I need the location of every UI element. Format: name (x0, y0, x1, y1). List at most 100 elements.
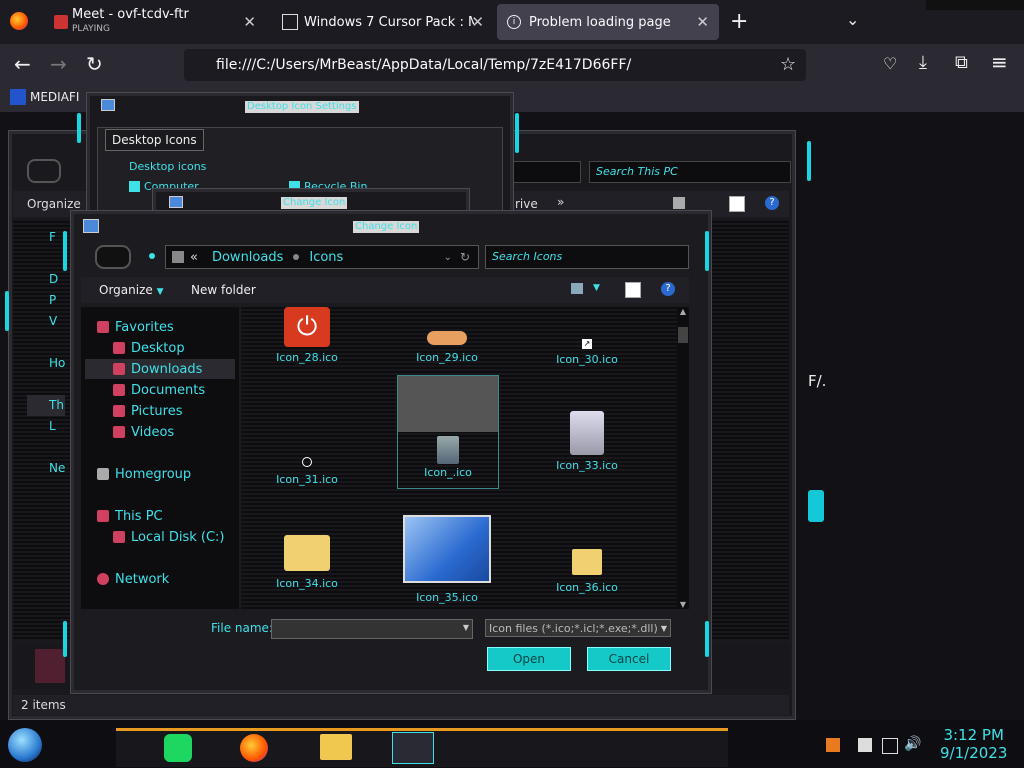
start-orb-icon[interactable] (8, 728, 42, 762)
bg-help-icon[interactable]: ? (765, 196, 779, 210)
nav-desktop[interactable]: Desktop (113, 338, 185, 358)
bg-address-bar[interactable] (509, 161, 581, 183)
list-tabs-chevron-icon[interactable]: ⌄ (846, 10, 859, 29)
close-tab-icon[interactable]: ✕ (696, 13, 709, 31)
tab-desktop-icons[interactable]: Desktop Icons (105, 129, 204, 151)
bg-chevron-button[interactable]: » (557, 195, 564, 209)
file-name-input[interactable]: ▼ (271, 619, 473, 639)
tab-cursor-pack[interactable]: Windows 7 Cursor Pack : Micro ✕ (272, 4, 494, 40)
bg-nav-item[interactable]: V (27, 311, 65, 332)
bg-search-box[interactable]: Search This PC (589, 161, 791, 183)
flag-tray-icon[interactable] (858, 738, 872, 752)
breadcrumb-prefix[interactable]: « (190, 250, 198, 265)
bg-nav-item[interactable]: D (27, 269, 65, 290)
bg-status-bar: 2 items (13, 695, 789, 715)
nav-globe-icon[interactable] (27, 159, 61, 183)
file-item[interactable]: Icon_31.ico (247, 417, 367, 486)
cancel-button[interactable]: Cancel (587, 647, 671, 671)
scroll-down-icon[interactable]: ▼ (677, 600, 689, 609)
dialog-back-button[interactable] (95, 245, 131, 269)
url-text[interactable]: file:///C:/Users/MrBeast/AppData/Local/T… (216, 57, 631, 73)
file-item[interactable]: Icon_34.ico (247, 535, 367, 590)
checkbox-checked-icon[interactable] (129, 181, 140, 192)
file-grid-scrollbar[interactable]: ▲ ▼ (677, 307, 689, 609)
volume-tray-icon[interactable]: 🔊 (904, 736, 921, 752)
desktop-settings-taskbar-icon[interactable] (392, 732, 434, 764)
dialog-organize-button[interactable]: Organize ▼ (99, 283, 164, 297)
mediafire-bookmark[interactable]: MEDIAFI (10, 89, 79, 105)
nav-local-disk[interactable]: Local Disk (C:) (113, 527, 224, 547)
dialog-search-box[interactable]: Search Icons (485, 245, 689, 269)
tab-meet[interactable]: Meet - ovf-tcdv-ftr PLAYING ✕ (44, 4, 266, 40)
extensions-icon[interactable]: ⧉ (955, 52, 968, 73)
bg-nav-item[interactable]: Ho (27, 353, 65, 374)
taskbar: 🔊 3:12 PM 9/1/2023 (0, 720, 1024, 768)
nav-homegroup[interactable]: Homegroup (97, 464, 191, 484)
spotify-icon[interactable] (164, 734, 192, 762)
file-item[interactable]: Icon_33.ico (527, 411, 647, 472)
file-item[interactable]: ↗ Icon_30.ico (527, 307, 647, 366)
bg-nav-item[interactable]: F (27, 227, 65, 248)
pocket-icon[interactable]: ♡ (883, 54, 897, 73)
refresh-icon[interactable]: ↻ (460, 250, 470, 264)
page-button-fragment[interactable] (808, 490, 824, 522)
file-type-select[interactable]: Icon files (*.ico;*.icl;*.exe;*.dll) ▼ (485, 619, 671, 637)
scrollbar-thumb[interactable] (678, 327, 688, 343)
bookmark-star-icon[interactable]: ☆ (780, 54, 796, 75)
nav-network[interactable]: Network (97, 569, 169, 589)
file-item[interactable]: Icon_29.ico (387, 307, 507, 364)
url-bar[interactable]: file:///C:/Users/MrBeast/AppData/Local/T… (184, 49, 806, 81)
dialog-nav-dot-icon[interactable] (149, 253, 155, 259)
nav-downloads[interactable]: Downloads (85, 359, 235, 379)
nav-pictures[interactable]: Pictures (113, 401, 182, 421)
bg-drive-fragment[interactable]: rive (515, 197, 538, 211)
clock[interactable]: 3:12 PM 9/1/2023 (940, 726, 1007, 762)
java-tray-icon[interactable] (826, 738, 840, 752)
tab-problem-loading[interactable]: i Problem loading page ✕ (497, 4, 719, 40)
bg-organize-button[interactable]: Organize (27, 197, 81, 211)
reload-icon[interactable]: ↻ (86, 52, 103, 76)
bg-nav-item[interactable]: P (27, 290, 65, 311)
firefox-taskbar-icon[interactable] (240, 734, 268, 762)
file-item[interactable]: ⏻ Icon_28.ico (247, 307, 367, 364)
network-tray-icon[interactable] (882, 738, 898, 754)
back-icon[interactable]: ← (14, 52, 31, 76)
breadcrumb-downloads[interactable]: Downloads (212, 250, 283, 265)
new-folder-button[interactable]: New folder (191, 283, 256, 297)
view-dropdown-icon[interactable]: ▼ (593, 283, 600, 293)
close-tab-icon[interactable]: ✕ (243, 13, 256, 31)
drive-icon (113, 531, 125, 543)
close-tab-icon[interactable]: ✕ (471, 13, 484, 31)
breadcrumb-icons[interactable]: Icons (309, 250, 343, 265)
open-button[interactable]: Open (487, 647, 571, 671)
view-options-icon[interactable] (571, 283, 583, 294)
shortcut-icon: ↗ (582, 339, 592, 349)
file-name-dropdown-icon[interactable]: ▼ (463, 623, 469, 632)
nav-favorites[interactable]: Favorites (97, 317, 174, 337)
address-dropdown-icon[interactable]: ⌄ (444, 252, 452, 263)
nav-this-pc[interactable]: This PC (97, 506, 163, 526)
nav-videos[interactable]: Videos (113, 422, 174, 442)
preview-pane-icon[interactable] (625, 282, 641, 298)
file-explorer-taskbar-icon[interactable] (320, 734, 352, 760)
bg-preview-icon[interactable] (729, 196, 745, 212)
bg-view-icon[interactable] (673, 197, 685, 209)
bg-nav-item[interactable]: L (27, 416, 65, 437)
scroll-up-icon[interactable]: ▲ (677, 307, 689, 319)
new-tab-button[interactable]: + (730, 9, 748, 34)
firefox-menu-icon[interactable] (10, 12, 28, 30)
speaker-icon[interactable] (54, 15, 68, 29)
nav-label: Videos (131, 424, 175, 440)
nav-documents[interactable]: Documents (113, 380, 205, 400)
file-item[interactable]: Icon_36.ico (527, 535, 647, 594)
window-minimize-button[interactable] (926, 0, 1024, 10)
app-menu-icon[interactable]: ≡ (991, 50, 1008, 74)
file-item-selected[interactable]: Icon_.ico (397, 375, 499, 489)
file-item[interactable]: Icon_35.ico (387, 515, 507, 604)
dialog-address-bar[interactable]: « Downloads Icons ⌄ ↻ (165, 245, 479, 269)
bg-nav-item[interactable]: Th (27, 395, 66, 416)
bg-nav-item[interactable]: Ne (27, 458, 65, 479)
dialog-help-icon[interactable]: ? (661, 282, 675, 296)
forward-icon[interactable]: → (50, 52, 67, 76)
downloads-icon[interactable]: ⤓ (919, 52, 927, 73)
